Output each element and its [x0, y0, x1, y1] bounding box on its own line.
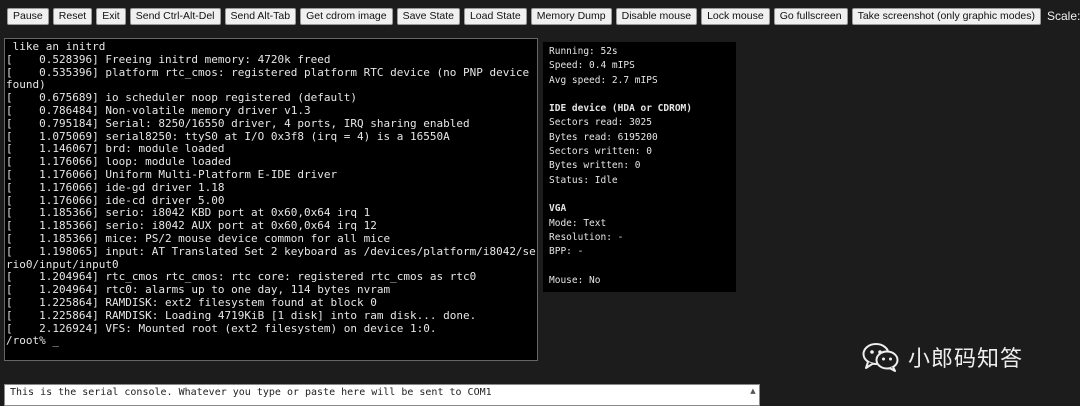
terminal-line: [ 1.185366] mice: PS/2 mouse device comm… [6, 231, 391, 245]
terminal-line: [ 1.176066] ide-gd driver 1.18 [6, 180, 225, 194]
terminal-line: [ 2.126924] VFS: Mounted root (ext2 file… [6, 321, 437, 335]
get-cdrom-image-button[interactable]: Get cdrom image [300, 7, 393, 25]
toolbar: Pause Reset Exit Send Ctrl-Alt-Del Send Alt-… [7, 7, 1080, 25]
lock-mouse-button[interactable]: Lock mouse [701, 7, 770, 25]
send-ctrl-alt-del-button[interactable]: Send Ctrl-Alt-Del [129, 7, 221, 25]
stats-line: Bytes read: 6195200 [549, 131, 658, 143]
serial-console-input[interactable] [4, 384, 760, 406]
disable-mouse-button[interactable]: Disable mouse [615, 7, 698, 25]
stats-line: Speed: 0.4 mIPS [549, 60, 635, 72]
stats-line: Bytes written: 0 [549, 160, 641, 172]
go-fullscreen-button[interactable]: Go fullscreen [773, 7, 848, 25]
vga-text-screen[interactable]: like an initrd[ 0.528396] Freeing initrd… [4, 38, 538, 361]
terminal-line: [ 1.225864] RAMDISK: ext2 filesystem fou… [6, 295, 377, 309]
terminal-line: [ 1.176066] Uniform Multi-Platform E-IDE… [6, 167, 338, 181]
stats-heading: IDE device (HDA or CDROM) [549, 103, 692, 115]
memory-dump-button[interactable]: Memory Dump [530, 7, 612, 25]
stats-line [549, 188, 730, 202]
terminal-line: [ 1.198065] input: AT Translated Set 2 k… [6, 244, 536, 258]
stats-line: Status: Idle [549, 174, 618, 186]
stats-line: Sectors written: 0 [549, 146, 652, 158]
reset-button[interactable]: Reset [52, 7, 93, 25]
stats-line [549, 259, 730, 273]
wechat-icon [862, 343, 899, 372]
terminal-line: [ 1.225864] RAMDISK: Loading 4719KiB [1 … [6, 308, 477, 322]
take-screenshot-button[interactable]: Take screenshot (only graphic modes) [851, 7, 1041, 25]
scroll-up-arrow-icon[interactable]: ▲ [748, 386, 758, 396]
stats-line: Sectors read: 3025 [549, 117, 652, 129]
scale-label: Scale: [1047, 9, 1080, 23]
terminal-line: [ 0.795184] Serial: 8250/16550 driver, 4… [6, 116, 470, 130]
stats-line: Mode: Text [549, 217, 607, 229]
send-alt-tab-button[interactable]: Send Alt-Tab [224, 7, 297, 25]
runtime-info-panel: Running: 52s Speed: 0.4 mIPS Avg speed: 2.… [543, 42, 736, 292]
stats-line: Avg speed: 2.7 mIPS [549, 74, 658, 86]
save-state-button[interactable]: Save State [396, 7, 460, 25]
load-state-button[interactable]: Load State [463, 7, 527, 25]
pause-button[interactable]: Pause [7, 7, 49, 25]
stats-line: Resolution: - [549, 231, 624, 243]
terminal-line: [ 0.786484] Non-volatile memory driver v… [6, 103, 311, 117]
terminal-line: like an initrd [6, 40, 106, 53]
stats-line: Mouse: No [549, 274, 601, 286]
stats-heading: VGA [549, 203, 567, 215]
stats-line [549, 88, 730, 102]
exit-button[interactable]: Exit [96, 7, 126, 25]
terminal-line: /root% _ [6, 334, 59, 348]
watermark-text: 小郎码知答 [908, 347, 1024, 372]
stats-line: Running: 52s [549, 46, 618, 57]
watermark: 小郎码知答 [862, 342, 1023, 372]
terminal-line: [ 0.528396] Freeing initrd memory: 4720k… [6, 52, 331, 66]
stats-line: BPP: - [549, 246, 584, 258]
terminal-line: [ 0.535396] platform rtc_cmos: registere… [6, 65, 530, 79]
